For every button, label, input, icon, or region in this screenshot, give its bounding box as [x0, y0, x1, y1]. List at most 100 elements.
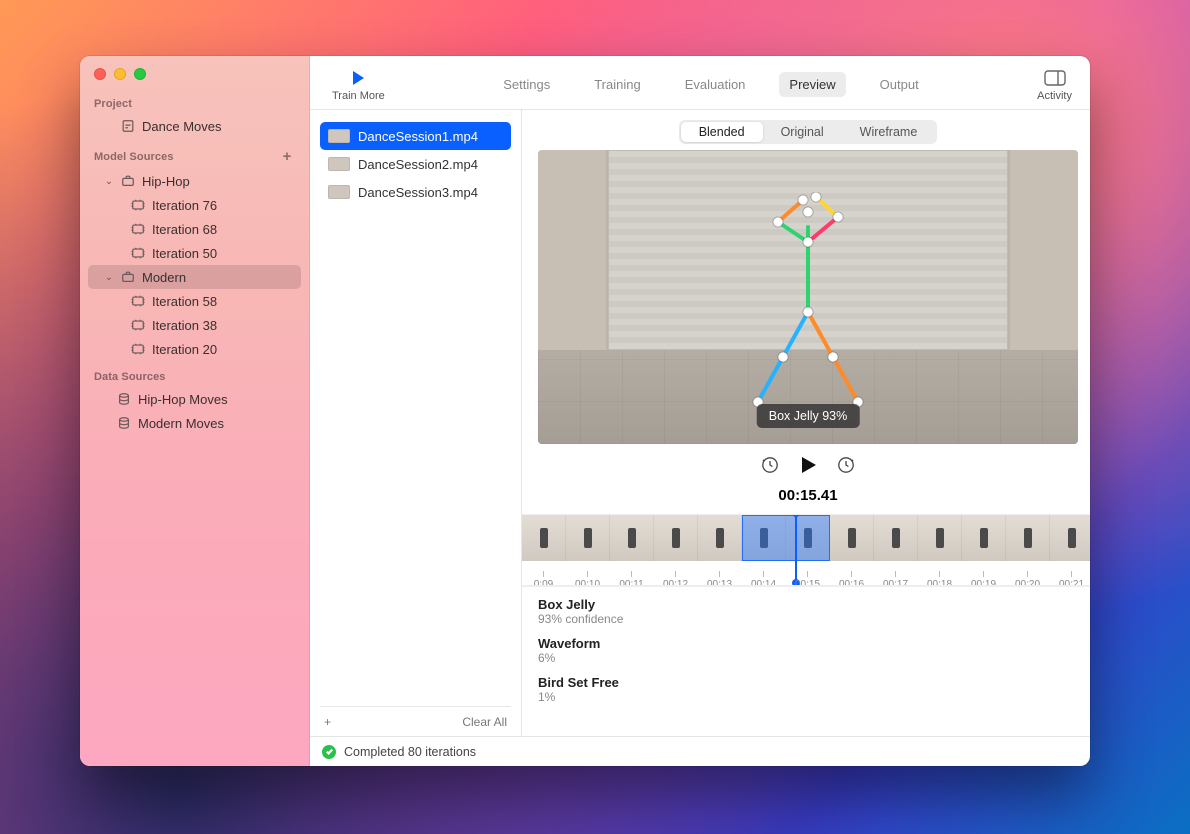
- content: DanceSession1.mp4 DanceSession2.mp4 DanceS…: [310, 110, 1090, 736]
- step-forward-button[interactable]: [837, 456, 855, 477]
- timeline-tick: 00:12: [654, 561, 698, 585]
- activity-label: Activity: [1037, 90, 1072, 102]
- file-name: DanceSession3.mp4: [358, 185, 478, 200]
- file-row[interactable]: DanceSession2.mp4: [320, 150, 511, 178]
- sidebar-iteration-item[interactable]: Iteration 68: [88, 217, 301, 241]
- sidebar-item-label: Modern Moves: [138, 416, 224, 431]
- pose-skeleton-overlay: [708, 192, 908, 425]
- timeline-thumb[interactable]: [830, 515, 874, 561]
- play-button[interactable]: [797, 454, 819, 479]
- status-text: Completed 80 iterations: [344, 745, 476, 759]
- iteration-icon: [130, 293, 146, 309]
- chevron-down-icon: ⌄: [104, 272, 114, 283]
- iteration-icon: [130, 341, 146, 357]
- file-row[interactable]: DanceSession3.mp4: [320, 178, 511, 206]
- status-success-icon: [322, 745, 336, 759]
- timeline-selection[interactable]: [742, 515, 830, 561]
- sidebar-project-name: Dance Moves: [142, 119, 221, 134]
- main: Train More Settings Training Evaluation Pre…: [310, 56, 1090, 766]
- segment-wireframe[interactable]: Wireframe: [842, 122, 936, 142]
- segment-original[interactable]: Original: [763, 122, 842, 142]
- timecode: 00:15.41: [522, 487, 1090, 504]
- app-window: Project Dance Moves Model Sources + ⌄Hip…: [80, 56, 1090, 766]
- timeline-thumb[interactable]: [610, 515, 654, 561]
- predictions-list: Box Jelly93% confidence Waveform6% Bird Se…: [522, 586, 1090, 724]
- tab-evaluation[interactable]: Evaluation: [675, 72, 756, 97]
- step-back-button[interactable]: [761, 456, 779, 477]
- chevron-down-icon: ⌄: [104, 176, 114, 187]
- sidebar: Project Dance Moves Model Sources + ⌄Hip…: [80, 56, 310, 766]
- timeline-thumb[interactable]: [654, 515, 698, 561]
- timeline-thumb[interactable]: [962, 515, 1006, 561]
- sidebar-iteration-item[interactable]: Iteration 38: [88, 313, 301, 337]
- close-window-button[interactable]: [94, 68, 106, 80]
- sidebar-datasource-item[interactable]: Modern Moves: [88, 411, 301, 435]
- iteration-icon: [130, 197, 146, 213]
- tab-output[interactable]: Output: [870, 72, 929, 97]
- timeline-thumb[interactable]: [1050, 515, 1090, 561]
- preview-mode-segmented-control[interactable]: BlendedOriginalWireframe: [679, 120, 938, 144]
- sidebar-iteration-item[interactable]: Iteration 58: [88, 289, 301, 313]
- video-thumbnail-icon: [328, 185, 350, 199]
- timeline-tick: 00:16: [830, 561, 874, 585]
- tab-settings[interactable]: Settings: [493, 72, 560, 97]
- sidebar-modelsources-label: Model Sources: [94, 151, 174, 163]
- sidebar-item-label: Iteration 58: [152, 294, 217, 309]
- prediction-name: Bird Set Free: [538, 675, 1078, 690]
- timeline-tick: 00:20: [1006, 561, 1050, 585]
- file-row[interactable]: DanceSession1.mp4: [320, 122, 511, 150]
- sidebar-body: Project Dance Moves Model Sources + ⌄Hip…: [80, 88, 309, 766]
- timeline-thumb[interactable]: [918, 515, 962, 561]
- tab-training[interactable]: Training: [584, 72, 650, 97]
- video-preview[interactable]: Box Jelly 93%: [538, 150, 1078, 444]
- clear-all-button[interactable]: Clear All: [462, 715, 507, 729]
- timeline-tick: 0:09: [522, 561, 566, 585]
- play-icon: [349, 68, 367, 88]
- sidebar-source-hip-hop[interactable]: ⌄ Hip-Hop: [88, 169, 301, 193]
- sidebar-datasource-item[interactable]: Hip-Hop Moves: [88, 387, 301, 411]
- timeline-thumb[interactable]: [566, 515, 610, 561]
- timeline-thumb[interactable]: [874, 515, 918, 561]
- timeline-tick: 00:17: [874, 561, 918, 585]
- toolbar: Train More Settings Training Evaluation Pre…: [310, 56, 1090, 110]
- train-more-button[interactable]: Train More: [322, 68, 395, 102]
- sidebar-model-sources-list: ⌄Hip-HopIteration 76Iteration 68Iteratio…: [80, 169, 309, 361]
- segment-blended[interactable]: Blended: [681, 122, 763, 142]
- timeline-tick: 00:10: [566, 561, 610, 585]
- train-more-label: Train More: [332, 90, 385, 102]
- database-icon: [116, 391, 132, 407]
- sidebar-source-modern[interactable]: ⌄Modern: [88, 265, 301, 289]
- minimize-window-button[interactable]: [114, 68, 126, 80]
- add-model-source-button[interactable]: +: [279, 148, 295, 165]
- prediction-name: Waveform: [538, 636, 1078, 651]
- prediction-confidence: 93% confidence: [538, 612, 1078, 626]
- timeline[interactable]: 0:0900:1000:1100:1200:1300:1400:1500:160…: [522, 514, 1090, 586]
- zoom-window-button[interactable]: [134, 68, 146, 80]
- activity-button[interactable]: Activity: [1027, 68, 1082, 102]
- timeline-thumb[interactable]: [522, 515, 566, 561]
- sidebar-item-label: Hip-Hop: [142, 174, 190, 189]
- file-rows: DanceSession1.mp4 DanceSession2.mp4 DanceS…: [320, 122, 511, 206]
- file-name: DanceSession1.mp4: [358, 129, 478, 144]
- iteration-icon: [130, 245, 146, 261]
- toolbar-tabs: Settings Training Evaluation Preview Output: [395, 72, 1027, 97]
- sidebar-iteration-item[interactable]: Iteration 76: [88, 193, 301, 217]
- tab-preview[interactable]: Preview: [779, 72, 845, 97]
- sidebar-item-label: Iteration 76: [152, 198, 217, 213]
- prediction-item: Bird Set Free1%: [538, 675, 1078, 704]
- video-thumbnail-icon: [328, 157, 350, 171]
- timeline-tick: 00:11: [610, 561, 654, 585]
- sidebar-iteration-item[interactable]: Iteration 50: [88, 241, 301, 265]
- prediction-confidence: 6%: [538, 651, 1078, 665]
- sidebar-project-item[interactable]: Dance Moves: [88, 114, 301, 138]
- sidebar-iteration-item[interactable]: Iteration 20: [88, 337, 301, 361]
- file-list-footer: + Clear All: [320, 706, 511, 736]
- timeline-thumb[interactable]: [1006, 515, 1050, 561]
- timeline-thumb[interactable]: [698, 515, 742, 561]
- prediction-name: Box Jelly: [538, 597, 1078, 612]
- video-thumbnail-icon: [328, 129, 350, 143]
- sidebar-item-label: Iteration 38: [152, 318, 217, 333]
- add-file-button[interactable]: +: [324, 715, 331, 729]
- prediction-item: Waveform6%: [538, 636, 1078, 665]
- prediction-confidence: 1%: [538, 690, 1078, 704]
